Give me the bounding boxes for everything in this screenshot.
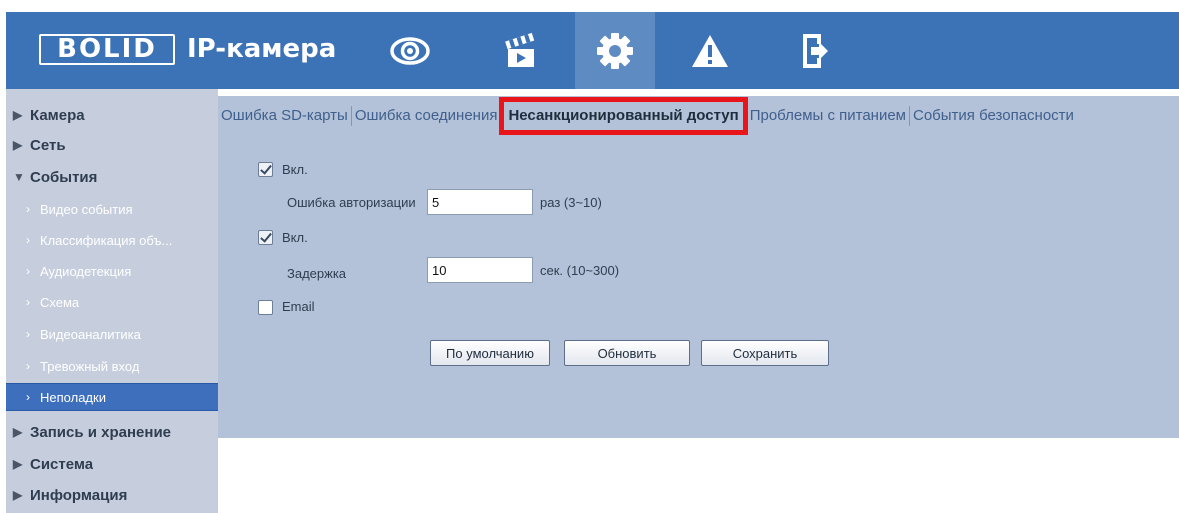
- chevron-right-icon: ›: [26, 264, 30, 278]
- enable-lockout-checkbox[interactable]: [258, 230, 273, 245]
- tab-security-events[interactable]: События безопасности: [910, 106, 1077, 126]
- enable-label: Вкл.: [282, 162, 308, 177]
- enable-checkbox[interactable]: [258, 162, 273, 177]
- sidebar-item-label: Тревожный вход: [40, 358, 140, 374]
- sidebar-item-label: Неполадки: [40, 389, 106, 405]
- sidebar-item-audio-detection[interactable]: › Аудиодетекция: [6, 256, 218, 286]
- nav-live-view-button[interactable]: [370, 12, 450, 89]
- tab-sd-card-error[interactable]: Ошибка SD-карты: [218, 106, 351, 126]
- nav-logout-button[interactable]: [774, 12, 854, 89]
- enable-lockout-label: Вкл.: [282, 230, 308, 245]
- sidebar-item-label: Камера: [30, 106, 85, 124]
- clapperboard-icon: [505, 32, 535, 67]
- chevron-right-icon: ›: [26, 202, 30, 216]
- top-header: BOLID IP-камера: [6, 12, 1179, 89]
- sidebar-item-label: Видеоаналитика: [40, 326, 141, 342]
- sidebar-item-label: Сеть: [30, 136, 66, 154]
- sidebar-item-video-analytics[interactable]: › Видеоаналитика: [6, 319, 218, 349]
- sidebar-item-label: Видео события: [40, 201, 133, 217]
- auth-error-input[interactable]: [427, 189, 533, 215]
- expand-arrow-icon: ▶: [13, 425, 23, 439]
- sidebar-item-object-classification[interactable]: › Классификация объ...: [6, 225, 218, 255]
- settings-content: [218, 96, 1179, 438]
- expand-arrow-icon: ▶: [13, 138, 23, 152]
- sidebar-item-camera[interactable]: ▶ Камера: [6, 100, 218, 130]
- expand-arrow-icon: ▶: [13, 108, 23, 122]
- expand-arrow-icon: ▶: [13, 488, 23, 502]
- sidebar-item-scheme[interactable]: › Схема: [6, 287, 218, 317]
- logout-icon: [803, 33, 828, 68]
- sidebar-menu: ▶ Камера ▶ Сеть ▼ События › Видео событи…: [6, 89, 218, 513]
- sidebar-item-malfunctions[interactable]: › Неполадки: [6, 383, 218, 411]
- sidebar-item-label: Классификация объ...: [40, 232, 173, 248]
- tab-connection-error[interactable]: Ошибка соединения: [352, 106, 501, 126]
- sidebar-item-label: Система: [30, 455, 94, 473]
- refresh-button[interactable]: Обновить: [564, 340, 690, 366]
- chevron-right-icon: ›: [26, 295, 30, 309]
- tab-unauthorized-access[interactable]: Несанкционированный доступ: [499, 96, 748, 135]
- email-checkbox[interactable]: [258, 300, 273, 315]
- eye-icon: [390, 36, 430, 65]
- tab-bar: Ошибка SD-карты Ошибка соединения Несанк…: [218, 96, 1179, 135]
- auth-error-label: Ошибка авторизации: [287, 195, 416, 210]
- auth-error-range: раз (3~10): [540, 195, 602, 210]
- gear-icon: [597, 32, 633, 69]
- delay-range: сек. (10~300): [540, 263, 620, 278]
- chevron-right-icon: ›: [26, 390, 30, 404]
- tab-power-problems[interactable]: Проблемы с питанием: [747, 106, 909, 126]
- sidebar-item-video-events[interactable]: › Видео события: [6, 194, 218, 224]
- main-panel: Ошибка SD-карты Ошибка соединения Несанк…: [218, 89, 1179, 513]
- delay-input[interactable]: [427, 257, 533, 283]
- chevron-right-icon: ›: [26, 233, 30, 247]
- warning-icon: [692, 34, 728, 67]
- sidebar-item-system[interactable]: ▶ Система: [6, 449, 218, 479]
- collapse-arrow-icon: ▼: [13, 170, 25, 184]
- brand-logo: BOLID: [39, 34, 175, 65]
- chevron-right-icon: ›: [26, 327, 30, 341]
- sidebar-item-label: Схема: [40, 294, 80, 310]
- sidebar-item-label: События: [30, 168, 98, 186]
- sidebar-item-label: Запись и хранение: [30, 423, 172, 441]
- sidebar-item-label: Информация: [30, 486, 128, 504]
- sidebar-item-recording-storage[interactable]: ▶ Запись и хранение: [6, 417, 218, 447]
- chevron-right-icon: ›: [26, 359, 30, 373]
- delay-label: Задержка: [287, 266, 347, 281]
- sidebar-item-network[interactable]: ▶ Сеть: [6, 130, 218, 160]
- nav-alarm-button[interactable]: [670, 12, 750, 89]
- default-button[interactable]: По умолчанию: [430, 340, 550, 366]
- nav-setup-button[interactable]: [575, 12, 655, 89]
- sidebar-item-information[interactable]: ▶ Информация: [6, 480, 218, 510]
- sidebar-item-alarm-input[interactable]: › Тревожный вход: [6, 351, 218, 381]
- expand-arrow-icon: ▶: [13, 457, 23, 471]
- email-label: Email: [282, 299, 315, 314]
- save-button[interactable]: Сохранить: [701, 340, 829, 366]
- sidebar-item-events[interactable]: ▼ События: [6, 162, 218, 192]
- app-title: IP-камера: [187, 34, 337, 64]
- sidebar-item-label: Аудиодетекция: [40, 263, 132, 279]
- nav-playback-button[interactable]: [480, 12, 560, 89]
